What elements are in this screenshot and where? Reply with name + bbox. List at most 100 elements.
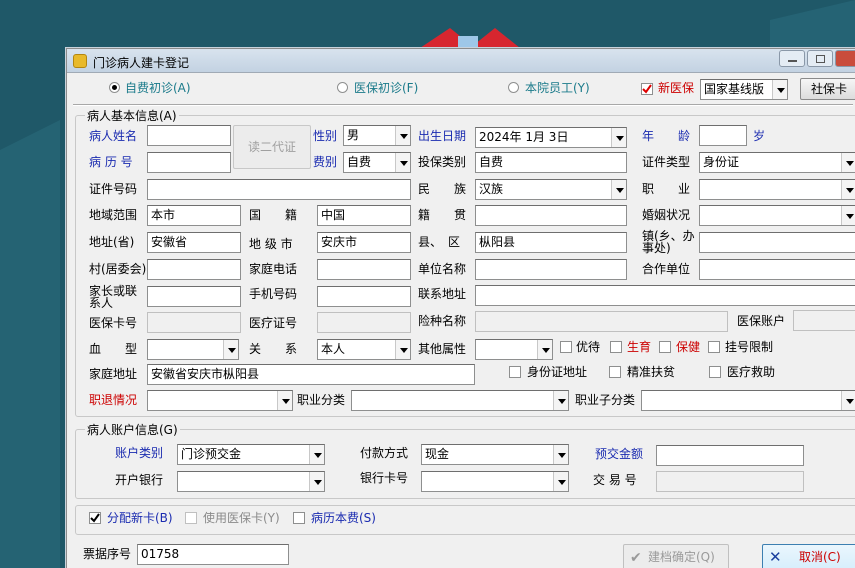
trade-no-input[interactable]: [656, 471, 804, 492]
prepay-label: 预交金额: [595, 447, 644, 461]
city-value: 安庆市: [321, 235, 358, 249]
visit-self-radio[interactable]: [109, 82, 120, 93]
read-id-card-button[interactable]: 读二代证: [233, 125, 311, 169]
province-label: 地址(省): [89, 235, 135, 249]
chevron-down-icon: [611, 128, 626, 147]
marriage-select[interactable]: [699, 205, 855, 226]
name-input[interactable]: [147, 125, 231, 146]
social-card-button[interactable]: 社保卡: [800, 78, 855, 100]
visit-self-label[interactable]: 自费初诊(A): [125, 78, 191, 98]
ins-type-name-input[interactable]: [475, 311, 728, 332]
village-label: 村(居委会): [89, 262, 147, 276]
birth-date-picker[interactable]: 2024年 1月 3日: [475, 127, 627, 148]
card-no-label: 银行卡号: [360, 471, 409, 485]
coop-label: 合作单位: [642, 262, 691, 276]
chevron-down-icon: [841, 153, 855, 172]
fee-select[interactable]: 自费: [343, 152, 411, 173]
home-addr-value: 安徽省安庆市枞阳县: [151, 367, 260, 381]
nation-input[interactable]: 中国: [317, 205, 411, 226]
maximize-button[interactable]: [807, 50, 833, 67]
medical-cert-input[interactable]: [317, 312, 411, 333]
poverty-checkbox[interactable]: [609, 366, 621, 378]
other-attr-label: 其他属性: [418, 342, 467, 356]
close-window-button[interactable]: [835, 50, 855, 67]
pay-method-value: 现金: [425, 447, 450, 461]
visit-insurance-radio[interactable]: [337, 82, 348, 93]
cert-type-select[interactable]: 身份证: [699, 152, 855, 173]
marriage-label: 婚姻状况: [642, 208, 691, 222]
id-addr-checkbox[interactable]: [509, 366, 521, 378]
home-addr-input[interactable]: 安徽省安庆市枞阳县: [147, 364, 475, 385]
chevron-down-icon: [395, 126, 410, 145]
retire-select[interactable]: [147, 390, 293, 411]
ethnic-select[interactable]: 汉族: [475, 179, 627, 200]
province-value: 安徽省: [151, 235, 188, 249]
town-input[interactable]: [699, 232, 855, 253]
county-input[interactable]: 枞阳县: [475, 232, 627, 253]
chevron-down-icon: [223, 340, 238, 359]
aid-checkbox[interactable]: [709, 366, 721, 378]
bill-no-input[interactable]: 01758: [137, 544, 289, 565]
guardian-label: 家长或联系人: [89, 284, 138, 310]
visit-staff-label[interactable]: 本院员工(Y): [525, 78, 590, 98]
home-phone-input[interactable]: [317, 259, 411, 280]
alloc-card-checkbox[interactable]: [89, 512, 101, 524]
health-checkbox[interactable]: [659, 341, 671, 353]
other-attr-select[interactable]: [475, 339, 553, 360]
gender-select[interactable]: 男: [343, 125, 411, 146]
record-input[interactable]: [147, 152, 231, 173]
coop-input[interactable]: [699, 259, 855, 280]
contact-addr-input[interactable]: [475, 285, 855, 306]
mobile-label: 手机号码: [249, 287, 298, 301]
minimize-button[interactable]: [779, 50, 805, 67]
insure-type-input[interactable]: 自费: [475, 152, 627, 173]
account-type-label: 账户类别: [115, 446, 164, 460]
card-registration-window: 门诊病人建卡登记 自费初诊(A) 医保初诊(F) 本院员工(Y) 新医保 国家基…: [66, 48, 855, 568]
cert-no-label: 证件号码: [89, 182, 138, 196]
birth-ins-checkbox[interactable]: [610, 341, 622, 353]
card-no-select[interactable]: [421, 471, 569, 492]
region-input[interactable]: 本市: [147, 205, 241, 226]
age-label: 年 龄: [642, 129, 691, 143]
cert-no-input[interactable]: [147, 179, 411, 200]
origin-input[interactable]: [475, 205, 627, 226]
cancel-button[interactable]: ✕ 取消(C): [762, 544, 855, 568]
mobile-input[interactable]: [317, 286, 411, 307]
chevron-down-icon: [537, 340, 552, 359]
job-subclass-select[interactable]: [641, 390, 855, 411]
new-insurance-checkbox[interactable]: [641, 83, 653, 95]
relation-select[interactable]: 本人: [317, 339, 411, 360]
insurance-version-select[interactable]: 国家基线版: [700, 79, 788, 100]
bank-select[interactable]: [177, 471, 325, 492]
account-type-select[interactable]: 门诊预交金: [177, 444, 325, 465]
blood-select[interactable]: [147, 339, 239, 360]
limit-checkbox[interactable]: [708, 341, 720, 353]
job-class-select[interactable]: [351, 390, 569, 411]
use-ins-card-checkbox[interactable]: [185, 512, 197, 524]
visit-staff-radio[interactable]: [508, 82, 519, 93]
guardian-input[interactable]: [147, 286, 241, 307]
gender-value: 男: [347, 128, 360, 142]
bank-label: 开户银行: [115, 473, 164, 487]
job-select[interactable]: [699, 179, 855, 200]
ins-account-input[interactable]: [793, 310, 855, 331]
confirm-button[interactable]: ✔ 建档确定(Q): [623, 544, 729, 568]
title-bar[interactable]: 门诊病人建卡登记: [67, 49, 855, 73]
work-name-input[interactable]: [475, 259, 627, 280]
insurance-version-value: 国家基线版: [704, 82, 765, 96]
confirm-button-label: 建档确定(Q): [648, 550, 715, 564]
age-unit: 岁: [753, 129, 766, 143]
village-input[interactable]: [147, 259, 241, 280]
ins-card-input[interactable]: [147, 312, 241, 333]
visit-insurance-label[interactable]: 医保初诊(F): [354, 78, 418, 98]
city-input[interactable]: 安庆市: [317, 232, 411, 253]
prepay-input[interactable]: [656, 445, 804, 466]
province-input[interactable]: 安徽省: [147, 232, 241, 253]
pay-method-select[interactable]: 现金: [421, 444, 569, 465]
chevron-down-icon: [553, 445, 568, 464]
age-input[interactable]: [699, 125, 747, 146]
record-fee-checkbox[interactable]: [293, 512, 305, 524]
app-icon: [73, 54, 87, 68]
contact-addr-label: 联系地址: [418, 287, 467, 301]
preferential-checkbox[interactable]: [560, 341, 572, 353]
